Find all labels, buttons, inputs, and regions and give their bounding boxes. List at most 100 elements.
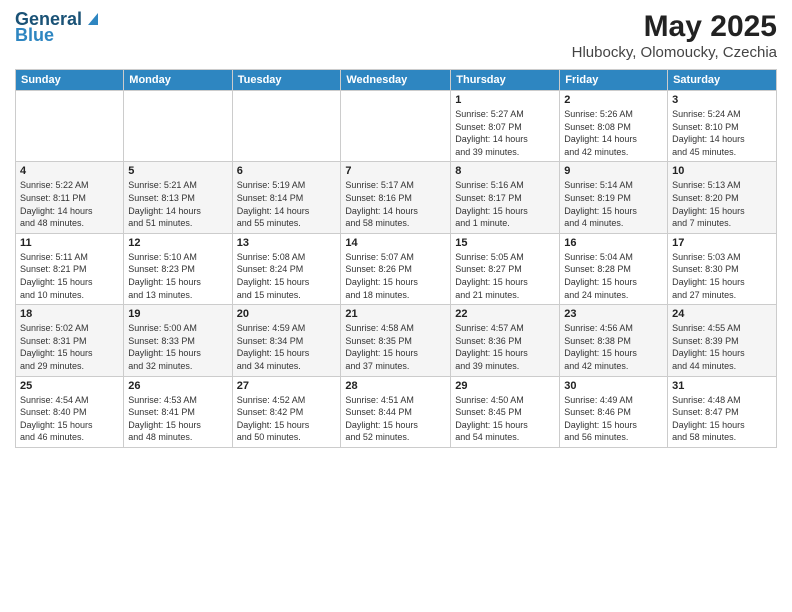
- day-number: 17: [672, 237, 772, 249]
- day-number: 2: [564, 94, 663, 106]
- day-number: 26: [128, 380, 227, 392]
- week-row-3: 11 Sunrise: 5:11 AM Sunset: 8:21 PM Dayli…: [16, 233, 777, 304]
- day-cell: 23 Sunrise: 4:56 AM Sunset: 8:38 PM Dayli…: [560, 305, 668, 376]
- day-info: Sunrise: 5:19 AM Sunset: 8:14 PM Dayligh…: [237, 179, 337, 229]
- day-cell: 11 Sunrise: 5:11 AM Sunset: 8:21 PM Dayli…: [16, 233, 124, 304]
- day-info: Sunrise: 4:52 AM Sunset: 8:42 PM Dayligh…: [237, 394, 337, 444]
- day-cell: 1 Sunrise: 5:27 AM Sunset: 8:07 PM Daylig…: [451, 91, 560, 162]
- day-number: 28: [345, 380, 446, 392]
- day-cell: 29 Sunrise: 4:50 AM Sunset: 8:45 PM Dayli…: [451, 376, 560, 447]
- day-number: 24: [672, 308, 772, 320]
- day-number: 16: [564, 237, 663, 249]
- day-info: Sunrise: 5:05 AM Sunset: 8:27 PM Dayligh…: [455, 251, 555, 301]
- day-info: Sunrise: 4:58 AM Sunset: 8:35 PM Dayligh…: [345, 322, 446, 372]
- day-cell: 8Sunrise: 5:16 AM Sunset: 8:17 PM Daylig…: [451, 162, 560, 233]
- col-header-saturday: Saturday: [668, 70, 777, 91]
- day-number: 15: [455, 237, 555, 249]
- day-cell: 31 Sunrise: 4:48 AM Sunset: 8:47 PM Dayli…: [668, 376, 777, 447]
- day-cell: 4 Sunrise: 5:22 AM Sunset: 8:11 PM Daylig…: [16, 162, 124, 233]
- calendar-table: SundayMondayTuesdayWednesdayThursdayFrid…: [15, 69, 777, 448]
- day-number: 11: [20, 237, 119, 249]
- day-number: 6: [237, 165, 337, 177]
- day-cell: 27 Sunrise: 4:52 AM Sunset: 8:42 PM Dayli…: [232, 376, 341, 447]
- title-block: May 2025 Hlubocky, Olomoucky, Czechia: [572, 10, 777, 61]
- day-info: Sunrise: 5:00 AM Sunset: 8:33 PM Dayligh…: [128, 322, 227, 372]
- day-cell: 25 Sunrise: 4:54 AM Sunset: 8:40 PM Dayli…: [16, 376, 124, 447]
- day-number: 5: [128, 165, 227, 177]
- col-header-wednesday: Wednesday: [341, 70, 451, 91]
- day-number: 12: [128, 237, 227, 249]
- day-number: 1: [455, 94, 555, 106]
- day-cell: 17 Sunrise: 5:03 AM Sunset: 8:30 PM Dayli…: [668, 233, 777, 304]
- day-cell: 18Sunrise: 5:02 AM Sunset: 8:31 PM Dayli…: [16, 305, 124, 376]
- day-cell: 12 Sunrise: 5:10 AM Sunset: 8:23 PM Dayli…: [124, 233, 232, 304]
- week-row-1: 1 Sunrise: 5:27 AM Sunset: 8:07 PM Daylig…: [16, 91, 777, 162]
- day-info: Sunrise: 4:54 AM Sunset: 8:40 PM Dayligh…: [20, 394, 119, 444]
- week-row-4: 18Sunrise: 5:02 AM Sunset: 8:31 PM Dayli…: [16, 305, 777, 376]
- day-info: Sunrise: 4:51 AM Sunset: 8:44 PM Dayligh…: [345, 394, 446, 444]
- day-number: 20: [237, 308, 337, 320]
- day-cell: [124, 91, 232, 162]
- day-cell: [341, 91, 451, 162]
- day-number: 21: [345, 308, 446, 320]
- header-row: SundayMondayTuesdayWednesdayThursdayFrid…: [16, 70, 777, 91]
- day-info: Sunrise: 4:57 AM Sunset: 8:36 PM Dayligh…: [455, 322, 555, 372]
- day-info: Sunrise: 5:07 AM Sunset: 8:26 PM Dayligh…: [345, 251, 446, 301]
- day-info: Sunrise: 5:22 AM Sunset: 8:11 PM Dayligh…: [20, 179, 119, 229]
- day-number: 25: [20, 380, 119, 392]
- col-header-monday: Monday: [124, 70, 232, 91]
- day-info: Sunrise: 4:53 AM Sunset: 8:41 PM Dayligh…: [128, 394, 227, 444]
- day-info: Sunrise: 5:26 AM Sunset: 8:08 PM Dayligh…: [564, 108, 663, 158]
- day-info: Sunrise: 5:10 AM Sunset: 8:23 PM Dayligh…: [128, 251, 227, 301]
- day-number: 14: [345, 237, 446, 249]
- day-info: Sunrise: 4:48 AM Sunset: 8:47 PM Dayligh…: [672, 394, 772, 444]
- day-number: 31: [672, 380, 772, 392]
- logo: General Blue: [15, 10, 102, 46]
- day-number: 4: [20, 165, 119, 177]
- day-info: Sunrise: 5:04 AM Sunset: 8:28 PM Dayligh…: [564, 251, 663, 301]
- day-number: 19: [128, 308, 227, 320]
- day-cell: 7 Sunrise: 5:17 AM Sunset: 8:16 PM Daylig…: [341, 162, 451, 233]
- day-number: 7: [345, 165, 446, 177]
- day-info: Sunrise: 5:02 AM Sunset: 8:31 PM Dayligh…: [20, 322, 119, 372]
- day-info: Sunrise: 5:27 AM Sunset: 8:07 PM Dayligh…: [455, 108, 555, 158]
- day-info: Sunrise: 5:03 AM Sunset: 8:30 PM Dayligh…: [672, 251, 772, 301]
- day-info: Sunrise: 4:56 AM Sunset: 8:38 PM Dayligh…: [564, 322, 663, 372]
- logo-icon: [84, 9, 102, 27]
- day-cell: [232, 91, 341, 162]
- day-info: Sunrise: 4:55 AM Sunset: 8:39 PM Dayligh…: [672, 322, 772, 372]
- day-info: Sunrise: 5:24 AM Sunset: 8:10 PM Dayligh…: [672, 108, 772, 158]
- logo-text-blue: Blue: [15, 26, 54, 46]
- day-cell: 5 Sunrise: 5:21 AM Sunset: 8:13 PM Daylig…: [124, 162, 232, 233]
- day-number: 13: [237, 237, 337, 249]
- day-info: Sunrise: 5:13 AM Sunset: 8:20 PM Dayligh…: [672, 179, 772, 229]
- week-row-5: 25 Sunrise: 4:54 AM Sunset: 8:40 PM Dayli…: [16, 376, 777, 447]
- day-number: 9: [564, 165, 663, 177]
- day-number: 10: [672, 165, 772, 177]
- col-header-tuesday: Tuesday: [232, 70, 341, 91]
- day-number: 27: [237, 380, 337, 392]
- day-info: Sunrise: 5:11 AM Sunset: 8:21 PM Dayligh…: [20, 251, 119, 301]
- day-info: Sunrise: 5:21 AM Sunset: 8:13 PM Dayligh…: [128, 179, 227, 229]
- day-cell: 26 Sunrise: 4:53 AM Sunset: 8:41 PM Dayli…: [124, 376, 232, 447]
- day-info: Sunrise: 4:59 AM Sunset: 8:34 PM Dayligh…: [237, 322, 337, 372]
- day-cell: 10 Sunrise: 5:13 AM Sunset: 8:20 PM Dayli…: [668, 162, 777, 233]
- col-header-thursday: Thursday: [451, 70, 560, 91]
- day-cell: 20 Sunrise: 4:59 AM Sunset: 8:34 PM Dayli…: [232, 305, 341, 376]
- day-number: 23: [564, 308, 663, 320]
- week-row-2: 4 Sunrise: 5:22 AM Sunset: 8:11 PM Daylig…: [16, 162, 777, 233]
- col-header-sunday: Sunday: [16, 70, 124, 91]
- day-number: 8: [455, 165, 555, 177]
- day-info: Sunrise: 5:17 AM Sunset: 8:16 PM Dayligh…: [345, 179, 446, 229]
- day-number: 29: [455, 380, 555, 392]
- day-cell: [16, 91, 124, 162]
- day-cell: 21 Sunrise: 4:58 AM Sunset: 8:35 PM Dayli…: [341, 305, 451, 376]
- main-title: May 2025: [572, 10, 777, 44]
- day-cell: 24 Sunrise: 4:55 AM Sunset: 8:39 PM Dayli…: [668, 305, 777, 376]
- day-cell: 30Sunrise: 4:49 AM Sunset: 8:46 PM Dayli…: [560, 376, 668, 447]
- day-cell: 2 Sunrise: 5:26 AM Sunset: 8:08 PM Daylig…: [560, 91, 668, 162]
- col-header-friday: Friday: [560, 70, 668, 91]
- day-info: Sunrise: 4:50 AM Sunset: 8:45 PM Dayligh…: [455, 394, 555, 444]
- day-cell: 22Sunrise: 4:57 AM Sunset: 8:36 PM Dayli…: [451, 305, 560, 376]
- day-cell: 14 Sunrise: 5:07 AM Sunset: 8:26 PM Dayli…: [341, 233, 451, 304]
